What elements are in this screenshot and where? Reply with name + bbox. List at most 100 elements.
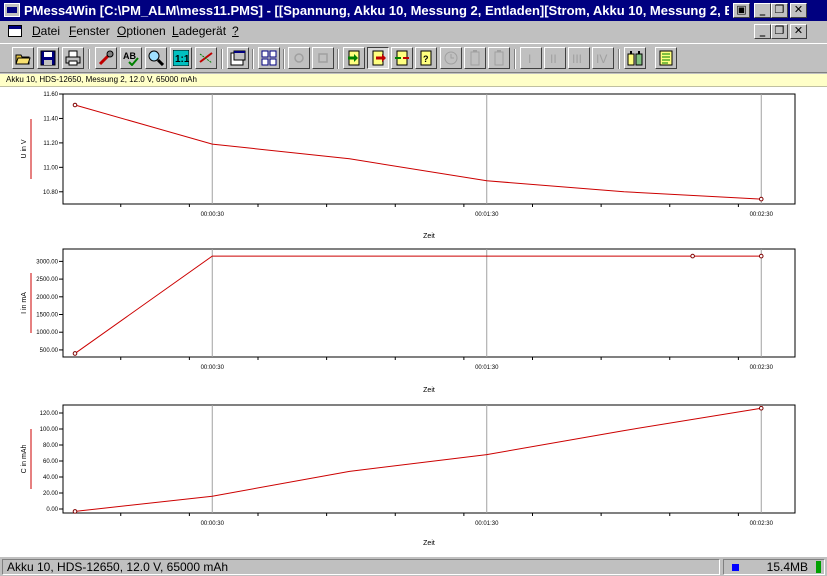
status-panel: 15.4MB [723, 559, 825, 575]
y-tick-label: 100.00 [40, 427, 59, 433]
data-point-marker [758, 253, 764, 259]
cycle-icon [395, 50, 409, 66]
document-list-icon [659, 50, 673, 66]
battery-empty2-button[interactable] [488, 47, 510, 69]
open-button[interactable] [12, 47, 34, 69]
title-bar[interactable]: PMess4Win [C:\PM_ALM\mess11.PMS] - [[Spa… [0, 0, 827, 21]
svg-text:II: II [550, 52, 557, 66]
y-tick-label: 11.60 [43, 92, 58, 98]
grid-button[interactable] [258, 47, 280, 69]
measurement-info-text: Akku 10, HDS-12650, Messung 2, 12.0 V, 6… [6, 75, 197, 84]
x-tick-label: 00:01:30 [475, 521, 499, 527]
circle-button[interactable] [288, 47, 310, 69]
channel-4-button[interactable]: IV [592, 47, 614, 69]
roman-4-icon: IV [596, 52, 607, 66]
timer-icon [444, 51, 458, 65]
document-list-button[interactable] [655, 47, 677, 69]
open-icon [15, 54, 31, 65]
timer-button[interactable] [440, 47, 462, 69]
battery-empty2-icon [494, 50, 504, 66]
data-point-marker [758, 196, 764, 202]
svg-text:I: I [528, 52, 531, 66]
scale-icon [199, 52, 213, 64]
toolbar-separator [252, 49, 254, 69]
grid-icon [261, 50, 277, 66]
square-button[interactable] [312, 47, 334, 69]
y-axis-label: U in V [21, 139, 28, 158]
y-tick-label: 11.40 [43, 116, 58, 122]
y-tick-label: 11.00 [43, 165, 58, 171]
scale-button[interactable] [195, 47, 217, 69]
zoom-icon [148, 50, 164, 66]
plot-area-3 [62, 404, 796, 514]
toolbar-separator [514, 49, 516, 69]
doc-minimize-button[interactable]: _ [754, 24, 771, 39]
menu-help[interactable]: ? [232, 24, 239, 38]
channel-1-button[interactable]: I [520, 47, 542, 69]
data-point-marker [72, 102, 78, 108]
tools-icon [98, 50, 114, 66]
menu-datei[interactable]: Datei [32, 24, 60, 38]
charge-icon [348, 50, 360, 66]
memory-usage: 15.4MB [766, 560, 808, 574]
data-point-marker [72, 351, 78, 356]
channel-3-button[interactable]: III [568, 47, 590, 69]
y-tick-label: 2500.00 [36, 277, 58, 283]
measure-icon: ? [420, 50, 432, 66]
x-axis-label: Zeit [423, 387, 435, 394]
data-point-marker [690, 253, 695, 259]
circle-icon [294, 53, 304, 63]
charts-svg: 00:00:30 00:01:30 00:02:30 11.60 11.40 11.20 1… [21, 92, 796, 547]
measure-button[interactable]: ? [415, 47, 437, 69]
y-tick-label: 10.80 [43, 190, 59, 196]
x-tick-label: 00:00:30 [201, 365, 225, 371]
charge-button[interactable] [343, 47, 365, 69]
app-icon[interactable] [4, 3, 20, 17]
properties-icon [230, 50, 246, 66]
y-tick-label: 120.00 [40, 411, 59, 417]
tools-button[interactable] [95, 47, 117, 69]
doc-restore-button[interactable]: ❐ [771, 24, 788, 39]
menu-fenster[interactable]: Fenster [69, 24, 110, 38]
restore-doc-icon[interactable]: ▣ [733, 3, 750, 18]
zoom-button[interactable] [145, 47, 167, 69]
toolbar-separator [221, 49, 223, 69]
status-indicator-icon [732, 564, 739, 571]
x-tick-label: 00:00:30 [201, 212, 225, 218]
measurement-info-bar: Akku 10, HDS-12650, Messung 2, 12.0 V, 6… [0, 74, 827, 87]
spellcheck-button[interactable]: AB [120, 47, 142, 69]
y-tick-label: 20.00 [43, 491, 59, 497]
save-button[interactable] [37, 47, 59, 69]
y-tick-label: 3000.00 [36, 259, 58, 265]
zoom-1to1-button[interactable]: 1:1 [170, 47, 192, 69]
chart-workspace: 00:00:30 00:01:30 00:02:30 11.60 11.40 11.20 1… [0, 87, 827, 557]
y-tick-label: 0.00 [46, 507, 58, 513]
x-tick-label: 00:01:30 [475, 212, 499, 218]
x-tick-label: 00:02:30 [750, 365, 774, 371]
menu-ladegeraet[interactable]: Ladegerät [172, 24, 226, 38]
menu-optionen[interactable]: Optionen [117, 24, 166, 38]
y-tick-label: 40.00 [43, 475, 59, 481]
toolbar: AB 1:1 ? I II III IV [0, 43, 827, 73]
discharge-button[interactable] [367, 47, 389, 69]
battery-pack-button[interactable] [624, 47, 646, 69]
properties-button[interactable] [227, 47, 249, 69]
minimize-button[interactable]: _ [754, 3, 771, 18]
battery-empty-button[interactable] [464, 47, 486, 69]
toolbar-separator [337, 49, 339, 69]
print-button[interactable] [62, 47, 84, 69]
maximize-button[interactable]: ❐ [771, 3, 788, 18]
cycle-button[interactable] [391, 47, 413, 69]
x-tick-label: 00:02:30 [750, 521, 774, 527]
document-icon[interactable] [8, 25, 22, 37]
doc-close-button[interactable]: ✕ [790, 24, 807, 39]
svg-text:?: ? [423, 54, 429, 64]
print-icon [65, 50, 81, 66]
channel-2-button[interactable]: II [544, 47, 566, 69]
svg-text:III: III [572, 52, 582, 66]
close-button[interactable]: ✕ [790, 3, 807, 18]
toolbar-separator [283, 49, 285, 69]
roman-2-icon: II [550, 52, 557, 66]
y-tick-label: 60.00 [43, 459, 59, 465]
battery-pack-icon [627, 51, 643, 66]
